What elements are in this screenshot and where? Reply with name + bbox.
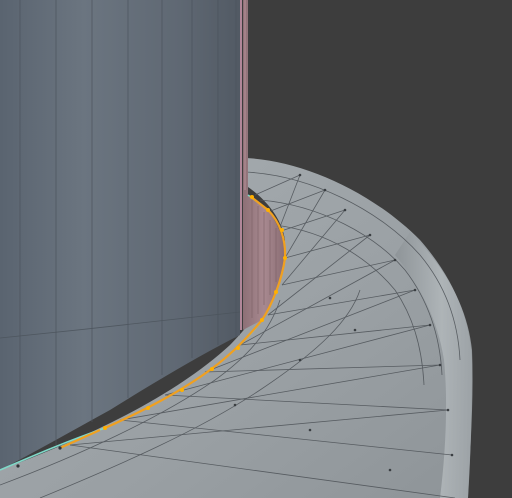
viewport-canvas[interactable] xyxy=(0,0,512,498)
3d-viewport[interactable] xyxy=(0,0,512,498)
